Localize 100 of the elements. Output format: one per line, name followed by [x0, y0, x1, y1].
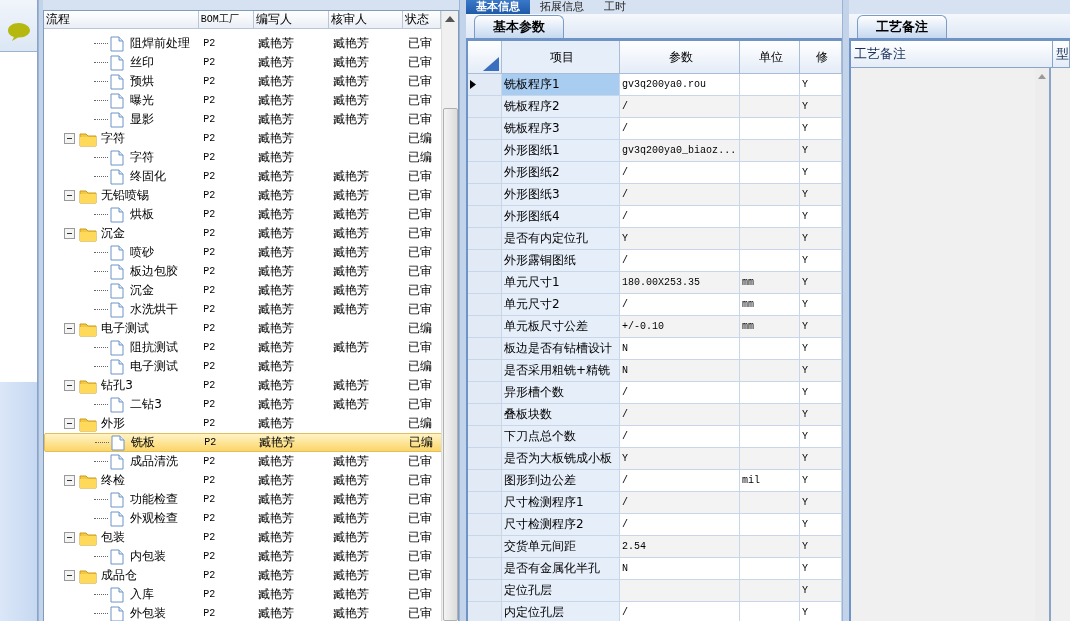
collapse-icon[interactable]: [64, 475, 76, 486]
tree-row[interactable]: 沉金 P2 臧艳芳 臧艳芳 已审: [44, 281, 442, 300]
unit-cell[interactable]: [740, 536, 801, 557]
unit-cell[interactable]: [740, 96, 801, 117]
param-cell[interactable]: /: [620, 382, 741, 403]
tree-row[interactable]: 显影 P2 臧艳芳 臧艳芳 已审: [44, 110, 442, 129]
item-cell[interactable]: 异形槽个数: [502, 382, 621, 403]
item-cell[interactable]: 叠板块数: [502, 404, 621, 425]
item-cell[interactable]: 外形图纸1: [502, 140, 621, 161]
modify-cell[interactable]: Y: [800, 96, 843, 117]
collapse-icon[interactable]: [64, 570, 76, 581]
param-cell[interactable]: /: [620, 206, 741, 227]
item-cell[interactable]: 定位孔层: [502, 580, 621, 601]
item-cell[interactable]: 铣板程序3: [502, 118, 621, 139]
modify-cell[interactable]: Y: [800, 272, 843, 293]
tree-row[interactable]: 成品仓 P2 臧艳芳 臧艳芳 已审: [44, 566, 442, 585]
tree-row[interactable]: 丝印 P2 臧艳芳 臧艳芳 已审: [44, 53, 442, 72]
param-cell[interactable]: /: [620, 514, 741, 535]
splitter[interactable]: [38, 0, 44, 621]
param-cell[interactable]: /: [620, 96, 741, 117]
tree-row[interactable]: 曝光 P2 臧艳芳 臧艳芳 已审: [44, 91, 442, 110]
item-cell[interactable]: 单元尺寸2: [502, 294, 621, 315]
collapse-icon[interactable]: [64, 532, 76, 543]
item-cell[interactable]: 是否为大板铣成小板: [502, 448, 621, 469]
param-cell[interactable]: N: [620, 558, 741, 579]
modify-cell[interactable]: Y: [800, 360, 843, 381]
tree-row[interactable]: 喷砂 P2 臧艳芳 臧艳芳 已审: [44, 243, 442, 262]
tree-row[interactable]: 预烘 P2 臧艳芳 臧艳芳 已审: [44, 72, 442, 91]
collapse-icon[interactable]: [64, 418, 76, 429]
item-cell[interactable]: 图形到边公差: [502, 470, 621, 491]
collapse-icon[interactable]: [64, 380, 76, 391]
unit-cell[interactable]: [740, 448, 801, 469]
param-cell[interactable]: /: [620, 162, 741, 183]
chat-icon[interactable]: [6, 22, 31, 42]
column-header[interactable]: 核审人: [328, 11, 404, 28]
column-header[interactable]: 单位: [740, 41, 801, 73]
item-cell[interactable]: 是否采用粗铣+精铣: [502, 360, 621, 381]
column-header[interactable]: 流程: [44, 11, 199, 28]
tree-row[interactable]: 终固化 P2 臧艳芳 臧艳芳 已审: [44, 167, 442, 186]
item-cell[interactable]: 尺寸检测程序1: [502, 492, 621, 513]
item-cell[interactable]: 外形图纸4: [502, 206, 621, 227]
tree-row[interactable]: 烘板 P2 臧艳芳 臧艳芳 已审: [44, 205, 442, 224]
column-header[interactable]: 编写人: [253, 11, 329, 28]
modify-cell[interactable]: Y: [800, 404, 843, 425]
param-cell[interactable]: N: [620, 338, 741, 359]
param-cell[interactable]: +/-0.10: [620, 316, 741, 337]
tree-row[interactable]: 阻抗测试 P2 臧艳芳 臧艳芳 已审: [44, 338, 442, 357]
param-cell[interactable]: N: [620, 360, 741, 381]
param-cell[interactable]: /: [620, 492, 741, 513]
unit-cell[interactable]: [740, 492, 801, 513]
param-cell[interactable]: /: [620, 250, 741, 271]
tree-row[interactable]: 水洗烘干 P2 臧艳芳 臧艳芳 已审: [44, 300, 442, 319]
collapse-icon[interactable]: [64, 133, 76, 144]
item-cell[interactable]: 外形露铜图纸: [502, 250, 621, 271]
tree-row[interactable]: 外包装 P2 臧艳芳 臧艳芳 已审: [44, 604, 442, 621]
corner-icon[interactable]: [483, 57, 500, 71]
item-cell[interactable]: 铣板程序2: [502, 96, 621, 117]
row-header[interactable]: [468, 74, 503, 95]
param-cell[interactable]: gv3q200ya0.rou: [620, 74, 741, 95]
tree-row[interactable]: 外观检查 P2 臧艳芳 臧艳芳 已审: [44, 509, 442, 528]
item-cell[interactable]: 下刀点总个数: [502, 426, 621, 447]
collapse-icon[interactable]: [64, 323, 76, 334]
column-header[interactable]: 工艺备注: [851, 41, 1053, 67]
tree-row[interactable]: 铣板 P2 臧艳芳 已编: [44, 433, 442, 452]
unit-cell[interactable]: mm: [740, 316, 801, 337]
item-cell[interactable]: 铣板程序1: [502, 74, 621, 95]
tree-row[interactable]: 电子测试 P2 臧艳芳 已编: [44, 319, 442, 338]
param-cell[interactable]: /: [620, 470, 741, 491]
tree-row[interactable]: 内包装 P2 臧艳芳 臧艳芳 已审: [44, 547, 442, 566]
unit-cell[interactable]: [740, 360, 801, 381]
column-header[interactable]: 参数: [620, 41, 741, 73]
modify-cell[interactable]: Y: [800, 228, 843, 249]
param-cell[interactable]: /: [620, 118, 741, 139]
tab[interactable]: 基本信息: [466, 0, 531, 14]
tree-row[interactable]: 入库 P2 臧艳芳 臧艳芳 已审: [44, 585, 442, 604]
tree-row[interactable]: 终检 P2 臧艳芳 臧艳芳 已审: [44, 471, 442, 490]
tab[interactable]: 拓展信息: [530, 0, 595, 14]
unit-cell[interactable]: mil: [740, 470, 801, 491]
item-cell[interactable]: 外形图纸3: [502, 184, 621, 205]
param-cell[interactable]: /: [620, 426, 741, 447]
item-cell[interactable]: 是否有内定位孔: [502, 228, 621, 249]
modify-cell[interactable]: Y: [800, 316, 843, 337]
modify-cell[interactable]: Y: [800, 536, 843, 557]
modify-cell[interactable]: Y: [800, 140, 843, 161]
item-cell[interactable]: 尺寸检测程序2: [502, 514, 621, 535]
tree-row[interactable]: 钻孔3 P2 臧艳芳 臧艳芳 已审: [44, 376, 442, 395]
column-header[interactable]: BOM工厂: [198, 11, 254, 28]
tree-row[interactable]: 无铅喷锡 P2 臧艳芳 臧艳芳 已审: [44, 186, 442, 205]
param-cell[interactable]: /: [620, 184, 741, 205]
param-cell[interactable]: /: [620, 294, 741, 315]
column-header[interactable]: 型: [1053, 41, 1070, 67]
scroll-up-icon[interactable]: [445, 15, 456, 22]
unit-cell[interactable]: mm: [740, 272, 801, 293]
splitter[interactable]: [842, 0, 849, 621]
tree-row[interactable]: 外形 P2 臧艳芳 已编: [44, 414, 442, 433]
param-cell[interactable]: /: [620, 602, 741, 621]
tree-row[interactable]: 功能检查 P2 臧艳芳 臧艳芳 已审: [44, 490, 442, 509]
unit-cell[interactable]: [740, 184, 801, 205]
item-cell[interactable]: 单元板尺寸公差: [502, 316, 621, 337]
param-cell[interactable]: [620, 580, 741, 601]
